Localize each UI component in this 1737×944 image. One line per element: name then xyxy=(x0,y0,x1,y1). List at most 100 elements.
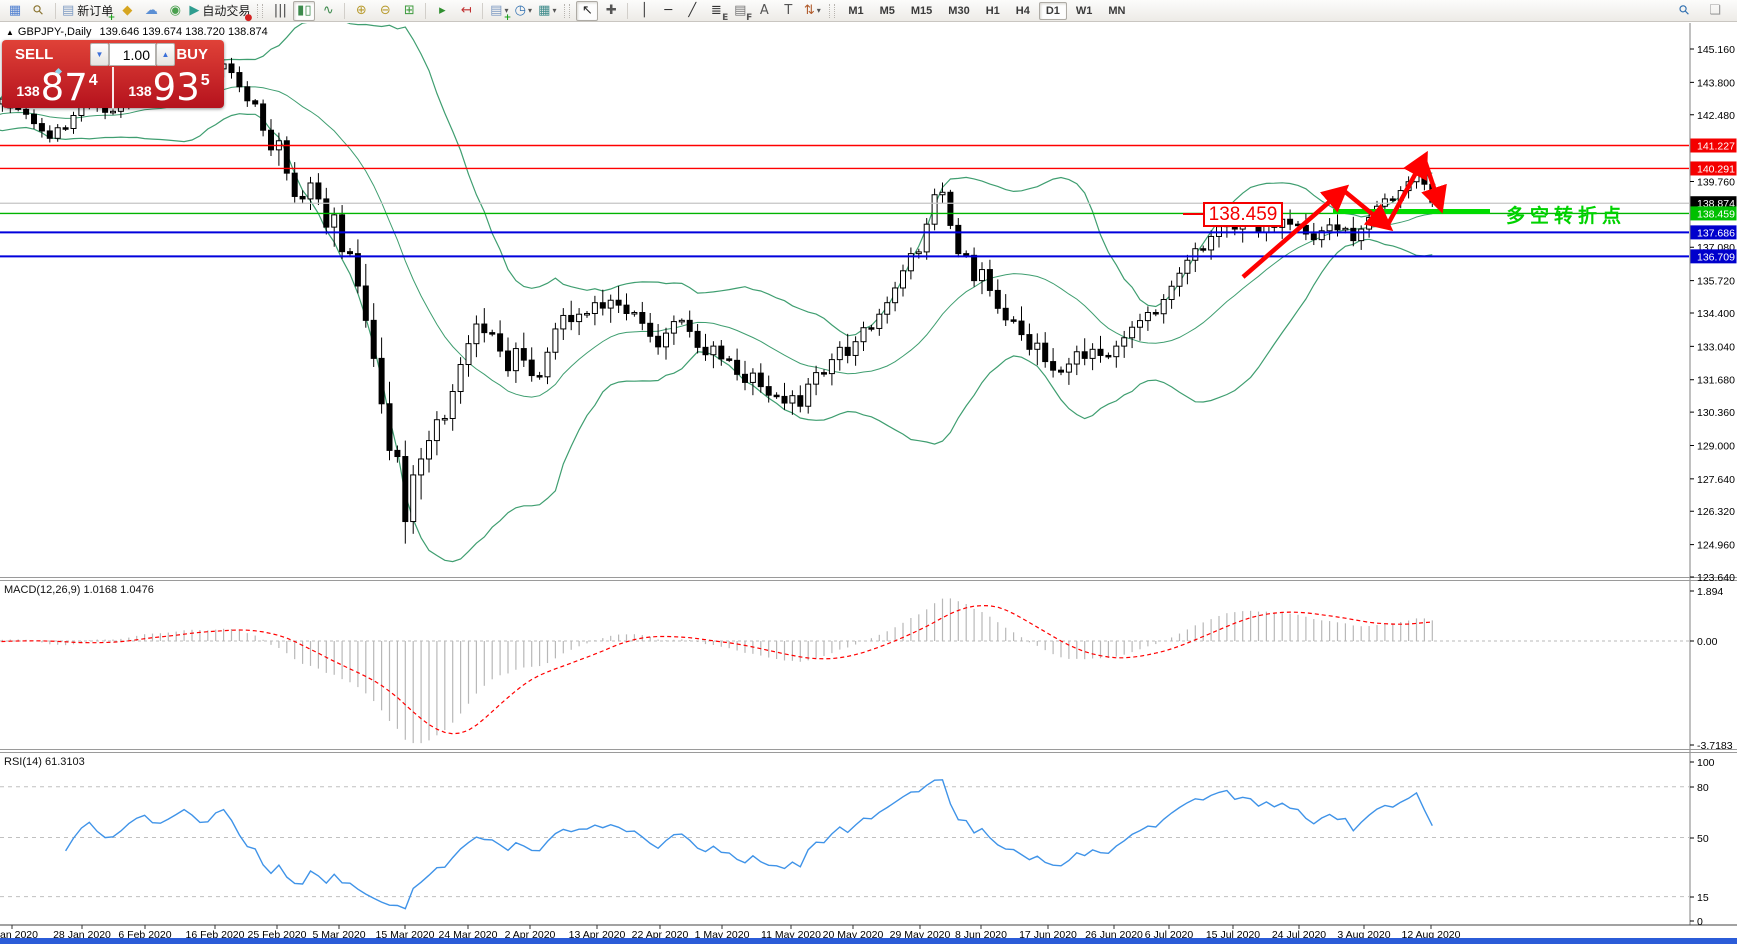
candle xyxy=(956,225,961,253)
sell-button[interactable]: 138 87 4 xyxy=(2,67,112,108)
search-icon[interactable]: ⚲ xyxy=(1674,1,1696,21)
candle xyxy=(624,305,629,313)
zoom-out-icon[interactable]: ⊖ xyxy=(374,1,396,21)
tile-windows-icon[interactable]: ⊞ xyxy=(398,1,420,21)
price-annotation-leader xyxy=(1183,213,1203,215)
candle xyxy=(806,384,811,406)
ask-pip-digit: 5 xyxy=(201,72,210,90)
periods-icon[interactable]: ◷▾ xyxy=(512,1,534,21)
bb-lower xyxy=(0,114,1432,562)
text-icon: A xyxy=(760,3,769,18)
candle xyxy=(592,303,597,314)
toolbar-grip xyxy=(257,4,263,18)
candle xyxy=(569,315,574,321)
timeframe-w1[interactable]: W1 xyxy=(1069,2,1100,20)
candlestick-chart-icon[interactable]: ▮▯ xyxy=(293,1,315,21)
candle xyxy=(498,334,503,351)
crosshair-icon[interactable]: ✚ xyxy=(600,1,622,21)
new-order-icon-badge: + xyxy=(108,13,116,23)
indicators-icon[interactable]: ▤+▾ xyxy=(488,1,510,21)
bid-big-digits: 87 xyxy=(41,73,88,103)
channel-icon[interactable]: ▤F xyxy=(729,1,751,21)
chart-canvas[interactable]: 145.160143.800142.480139.760137.080135.7… xyxy=(0,0,1737,944)
candle xyxy=(743,374,748,382)
mql5-community-icon[interactable]: ☁ xyxy=(140,1,162,21)
candle xyxy=(1114,346,1119,357)
candle xyxy=(490,333,495,335)
autotrading-icon[interactable]: ▶●自动交易 xyxy=(188,1,251,21)
chart-shift-icon[interactable]: ↤ xyxy=(455,1,477,21)
taskbar-sliver xyxy=(0,938,1737,944)
sell-label: SELL xyxy=(15,46,53,63)
macd-axis-label: 0.00 xyxy=(1697,636,1718,648)
timeframe-mn[interactable]: MN xyxy=(1101,2,1132,20)
timeframe-h4[interactable]: H4 xyxy=(1009,2,1037,20)
candle xyxy=(355,254,360,286)
turning-point-note[interactable]: 多空转折点 xyxy=(1506,201,1626,228)
candle xyxy=(932,195,937,224)
market-book-icon[interactable]: ◆ xyxy=(116,1,138,21)
chat-icon[interactable]: ❏ xyxy=(1704,1,1726,21)
line-chart-icon[interactable]: ∿ xyxy=(317,1,339,21)
timeframe-m30[interactable]: M30 xyxy=(941,2,976,20)
trendline-icon[interactable]: ╱ xyxy=(681,1,703,21)
toolbar-separator xyxy=(482,3,483,19)
timeframe-m5[interactable]: M5 xyxy=(873,2,902,20)
profile-search-icon[interactable]: ⚲ xyxy=(28,1,50,21)
one-click-trading-panel: SELL ▼ 1.00 ▲ BUY 138 87 4 138 93 5 xyxy=(2,40,224,108)
bar-chart-icon[interactable]: ||| xyxy=(269,1,291,21)
channel-icon: ▤ xyxy=(734,3,746,18)
panel-collapse-icon[interactable]: ▲ xyxy=(6,28,14,37)
toolbar-separator xyxy=(55,3,56,19)
timeframe-m1[interactable]: M1 xyxy=(841,2,870,20)
price-tick-label: 123.640 xyxy=(1697,572,1735,584)
price-tag-label: 137.686 xyxy=(1697,227,1735,239)
periods-icon-dropdown[interactable]: ▾ xyxy=(528,6,532,15)
timeframe-d1[interactable]: D1 xyxy=(1039,2,1067,20)
price-annotation-box[interactable]: 138.459 xyxy=(1203,202,1283,227)
volume-increase-button[interactable]: ▲ xyxy=(156,43,175,66)
volume-input[interactable]: 1.00 xyxy=(109,43,156,66)
templates-icon[interactable]: ▦▾ xyxy=(536,1,558,21)
candle xyxy=(458,365,463,392)
candle xyxy=(1145,313,1150,321)
auto-scroll-icon[interactable]: ▸ xyxy=(431,1,453,21)
candle xyxy=(434,420,439,441)
candle xyxy=(869,328,874,330)
zoom-in-icon[interactable]: ⊕ xyxy=(350,1,372,21)
symbol-title: GBPJPY-,Daily xyxy=(18,26,92,38)
timeframe-h1[interactable]: H1 xyxy=(979,2,1007,20)
chart-shift-icon: ↤ xyxy=(461,3,472,18)
new-order-icon[interactable]: ▤+新订单 xyxy=(61,1,114,21)
candle xyxy=(1138,321,1143,328)
timeframe-m15[interactable]: M15 xyxy=(904,2,939,20)
buy-button[interactable]: 138 93 5 xyxy=(114,67,224,108)
label-icon[interactable]: T xyxy=(777,1,799,21)
candle xyxy=(561,315,566,328)
toolbar-grip xyxy=(829,4,835,18)
candle xyxy=(229,64,234,73)
candle xyxy=(521,349,526,361)
vertical-line-icon[interactable]: │ xyxy=(633,1,655,21)
signals-icon[interactable]: ◉ xyxy=(164,1,186,21)
arrows-icon[interactable]: ⇅▾ xyxy=(801,1,823,21)
fibonacci-icon[interactable]: ≣E xyxy=(705,1,727,21)
horizontal-line-icon[interactable]: ─ xyxy=(657,1,679,21)
autotrading-icon-label: 自动交易 xyxy=(202,2,250,19)
chat-icon: ❏ xyxy=(1709,3,1721,18)
text-icon[interactable]: A xyxy=(753,1,775,21)
candle xyxy=(695,331,700,347)
signals-icon: ◉ xyxy=(170,3,181,18)
candle xyxy=(893,288,898,303)
toolbar: ▦⚲▤+新订单◆☁◉▶●自动交易|||▮▯∿⊕⊖⊞▸↤▤+▾◷▾▦▾↖✚│─╱≣… xyxy=(0,0,1737,22)
volume-decrease-button[interactable]: ▼ xyxy=(90,43,109,66)
indicators-icon-badge: + xyxy=(504,13,512,23)
templates-icon-dropdown[interactable]: ▾ xyxy=(552,6,556,15)
candle xyxy=(395,450,400,456)
indicators-icon: ▤ xyxy=(490,3,502,18)
cursor-icon[interactable]: ↖ xyxy=(576,1,598,21)
charts-window-icon[interactable]: ▦ xyxy=(4,1,26,21)
arrows-icon-dropdown[interactable]: ▾ xyxy=(817,6,821,15)
candle xyxy=(513,349,518,371)
candle xyxy=(506,351,511,371)
